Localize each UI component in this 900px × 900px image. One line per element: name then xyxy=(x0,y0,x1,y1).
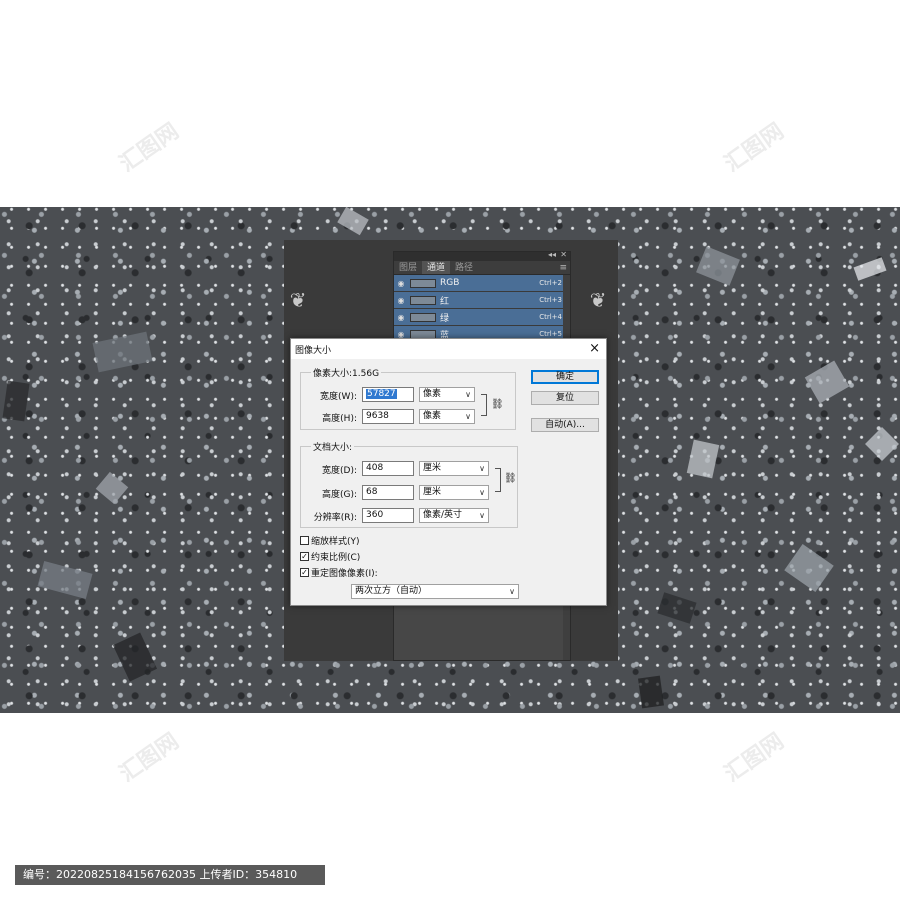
stone-chip xyxy=(784,543,834,593)
chevron-down-icon: ∨ xyxy=(479,464,485,473)
channel-row-rgb[interactable]: ◉ RGB Ctrl+2 xyxy=(394,275,570,292)
doc-width-label: 宽度(D): xyxy=(322,466,357,476)
watermark: 汇图网 xyxy=(720,728,789,788)
watermark: 汇图网 xyxy=(115,728,184,788)
stone-chip xyxy=(853,257,887,281)
stone-chip xyxy=(686,439,720,479)
tab-paths[interactable]: 路径 xyxy=(450,261,478,274)
pixel-width-input[interactable]: 57827 xyxy=(362,387,414,402)
channel-shortcut: Ctrl+3 xyxy=(539,296,562,304)
pixel-height-unit-select[interactable]: 像素 ∨ xyxy=(419,409,475,424)
stone-chip xyxy=(337,206,369,236)
auto-button[interactable]: 自动(A)... xyxy=(531,418,599,432)
height-label: 高度(H): xyxy=(322,414,357,424)
panel-menu-icon[interactable]: ≡ xyxy=(559,261,567,275)
resolution-unit-select[interactable]: 像素/英寸 ∨ xyxy=(419,508,489,523)
channel-shortcut: Ctrl+4 xyxy=(539,313,562,321)
channel-row-green[interactable]: ◉ 绿 Ctrl+4 xyxy=(394,309,570,326)
stone-chip xyxy=(92,331,153,373)
stone-chip xyxy=(2,380,30,422)
channel-shortcut: Ctrl+2 xyxy=(539,279,562,287)
tab-layers[interactable]: 图层 xyxy=(394,261,422,274)
scale-styles-label: 缩放样式(Y) xyxy=(311,537,360,547)
doc-height-unit-select[interactable]: 厘米 ∨ xyxy=(419,485,489,500)
channel-thumbnail xyxy=(410,278,436,288)
close-panel-icon[interactable]: ✕ xyxy=(560,250,567,259)
resample-label: 重定图像像素(I): xyxy=(311,569,378,579)
stone-chip xyxy=(95,471,129,505)
stone-chip xyxy=(865,427,899,461)
chevron-down-icon: ∨ xyxy=(465,412,471,421)
checkbox-box[interactable]: ✓ xyxy=(300,552,309,561)
channel-thumbnail xyxy=(410,295,436,305)
document-size-label: 文档大小: xyxy=(311,440,355,453)
stone-chip xyxy=(638,675,664,709)
eye-icon[interactable]: ◉ xyxy=(394,279,408,288)
channel-name: RGB xyxy=(440,278,460,288)
link-bracket xyxy=(481,394,487,416)
doc-height-input[interactable]: 68 xyxy=(362,485,414,500)
dialog-title: 图像大小 xyxy=(295,346,332,356)
flame-logo-icon: ❦ xyxy=(289,288,307,312)
channel-thumbnail xyxy=(410,312,436,322)
resample-checkbox[interactable]: ✓ 重定图像像素(I): xyxy=(300,566,378,579)
stone-chip xyxy=(804,360,850,404)
pixel-dimensions-group: 像素大小:1.56G 宽度(W): 57827 像素 ∨ 高度(H): 9638 … xyxy=(300,366,516,430)
channel-row-red[interactable]: ◉ 红 Ctrl+3 xyxy=(394,292,570,309)
chain-link-icon: ⛓ xyxy=(504,473,517,484)
stone-chip xyxy=(696,246,740,286)
watermark: 汇图网 xyxy=(720,118,789,178)
dialog-titlebar[interactable]: 图像大小 × xyxy=(291,339,606,359)
constrain-proportions-checkbox[interactable]: ✓ 约束比例(C) xyxy=(300,550,360,563)
doc-height-label: 高度(G): xyxy=(321,490,357,500)
channel-name: 绿 xyxy=(440,313,450,324)
stone-chip xyxy=(657,592,697,624)
watermark: 汇图网 xyxy=(115,118,184,178)
resample-method-select[interactable]: 两次立方（自动） ∨ xyxy=(351,584,519,599)
resolution-input[interactable]: 360 xyxy=(362,508,414,523)
chevron-down-icon: ∨ xyxy=(479,511,485,520)
close-icon[interactable]: × xyxy=(589,341,600,356)
eye-icon[interactable]: ◉ xyxy=(394,296,408,305)
scale-styles-checkbox[interactable]: 缩放样式(Y) xyxy=(300,534,360,547)
pixel-height-input[interactable]: 9638 xyxy=(362,409,414,424)
eye-icon[interactable]: ◉ xyxy=(394,313,408,322)
constrain-label: 约束比例(C) xyxy=(311,553,361,563)
chain-link-icon: ⛓ xyxy=(491,399,504,410)
width-label: 宽度(W): xyxy=(320,392,357,402)
doc-width-input[interactable]: 408 xyxy=(362,461,414,476)
pixel-size-label: 像素大小:1.56G xyxy=(311,366,382,379)
panel-tabs: 图层 通道 路径 ≡ xyxy=(394,261,570,275)
chevron-down-icon: ∨ xyxy=(479,488,485,497)
chevron-down-icon: ∨ xyxy=(509,587,515,596)
stone-chip xyxy=(37,560,93,600)
ok-button[interactable]: 确定 xyxy=(531,370,599,384)
panel-topbar: ◂◂ ✕ xyxy=(394,250,570,261)
doc-width-unit-select[interactable]: 厘米 ∨ xyxy=(419,461,489,476)
checkbox-box[interactable] xyxy=(300,536,309,545)
resolution-label: 分辨率(R): xyxy=(313,513,357,523)
chevron-down-icon: ∨ xyxy=(465,390,471,399)
link-bracket xyxy=(495,468,501,492)
document-size-group: 文档大小: 宽度(D): 408 厘米 ∨ 高度(G): 68 厘米 ∨ 分辨率(R… xyxy=(300,440,518,528)
pixel-width-unit-select[interactable]: 像素 ∨ xyxy=(419,387,475,402)
channel-shortcut: Ctrl+5 xyxy=(539,330,562,338)
stone-chip xyxy=(112,632,158,682)
footer-caption: 编号：20220825184156762035 上传者ID：354810 xyxy=(15,865,325,885)
flame-logo-icon: ❦ xyxy=(589,288,607,312)
image-size-dialog: 图像大小 × 像素大小:1.56G 宽度(W): 57827 像素 ∨ 高度(H)… xyxy=(290,338,607,606)
channel-name: 红 xyxy=(440,296,450,307)
checkbox-box[interactable]: ✓ xyxy=(300,568,309,577)
collapse-panel-icon[interactable]: ◂◂ xyxy=(548,250,556,259)
tab-channels[interactable]: 通道 xyxy=(422,261,451,274)
reset-button[interactable]: 复位 xyxy=(531,391,599,405)
